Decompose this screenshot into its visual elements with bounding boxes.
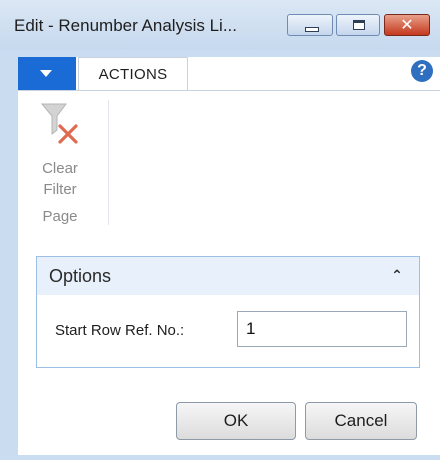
cancel-button[interactable]: Cancel bbox=[305, 402, 417, 440]
tab-actions[interactable]: ACTIONS bbox=[78, 57, 188, 91]
title-bar[interactable]: Edit - Renumber Analysis Li... ✕ bbox=[0, 0, 440, 50]
ribbon-menu-button[interactable] bbox=[18, 57, 76, 90]
ok-button[interactable]: OK bbox=[176, 402, 296, 440]
dropdown-arrow-icon bbox=[40, 70, 52, 77]
clear-filter-button[interactable]: Clear Filter bbox=[32, 96, 88, 206]
options-header[interactable]: Options ⌃ bbox=[37, 257, 419, 295]
ribbon-group-divider bbox=[108, 100, 109, 225]
start-row-ref-no-label: Start Row Ref. No.: bbox=[55, 322, 185, 339]
window-title: Edit - Renumber Analysis Li... bbox=[14, 16, 237, 35]
maximize-button[interactable] bbox=[336, 14, 380, 36]
start-row-ref-no-input[interactable] bbox=[237, 311, 407, 347]
collapse-icon[interactable]: ⌃ bbox=[389, 269, 405, 283]
maximize-icon bbox=[353, 20, 365, 30]
dialog-window: Edit - Renumber Analysis Li... ✕ ACTIONS… bbox=[0, 0, 440, 460]
close-icon: ✕ bbox=[400, 15, 414, 34]
options-title: Options bbox=[49, 266, 112, 286]
close-button[interactable]: ✕ bbox=[384, 14, 430, 36]
options-fasttab: Options ⌃ Start Row Ref. No.: bbox=[36, 256, 420, 368]
clear-filter-label: Clear Filter bbox=[42, 160, 78, 198]
window-frame-bottom bbox=[0, 455, 440, 460]
help-icon[interactable]: ? bbox=[411, 60, 433, 82]
minimize-button[interactable] bbox=[287, 14, 333, 36]
minimize-icon bbox=[305, 27, 319, 32]
clear-filter-icon bbox=[40, 103, 78, 144]
ribbon-group-page-label: Page bbox=[42, 208, 78, 225]
